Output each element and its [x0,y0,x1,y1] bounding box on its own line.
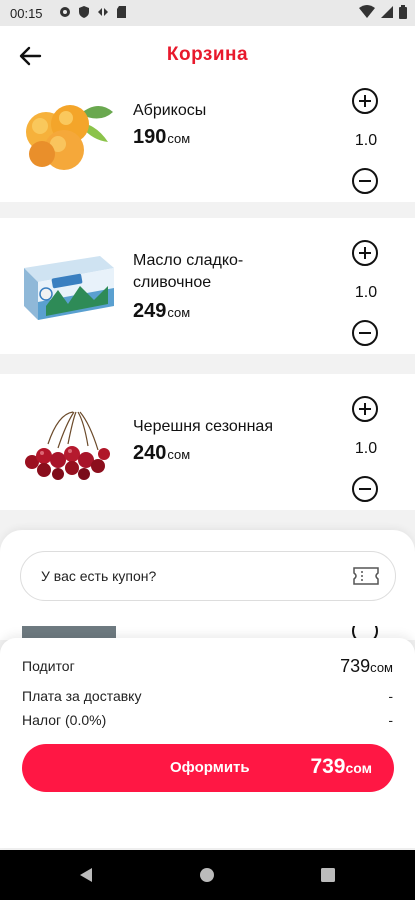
subtotal-row: Подитог 739сом [22,656,393,677]
minus-icon[interactable] [352,476,378,502]
coupon-placeholder: У вас есть купон? [41,568,157,584]
price-currency: сом [167,305,191,320]
status-time: 00:15 [10,6,43,21]
cart-item: Абрикосы 190сом 1.0 [0,86,415,202]
checkout-panel: У вас есть купон? Подитог 739сом Плата з… [0,530,415,848]
product-image [26,105,113,170]
checkout-button[interactable]: Оформить 739сом [22,744,394,792]
back-triangle-icon[interactable] [78,867,94,883]
recents-square-icon[interactable] [320,867,336,883]
status-bar: 00:15 [0,0,415,26]
page-title: Корзина [166,44,249,65]
cart-item: Черешня сезонная 240сом 1.0 [0,374,415,510]
ticket-icon[interactable] [353,565,379,587]
product-price: 190сом [133,126,190,149]
plus-icon[interactable] [352,396,378,422]
delivery-value: - [388,688,393,704]
quantity-stepper: 1.0 [352,88,386,194]
cart-item: Масло сладко-сливочное 249сом 1.0 [0,218,415,354]
product-name: Абрикосы [133,102,207,119]
subtotal-label: Подитог [22,658,75,674]
tax-row: Налог (0.0%) - [22,712,393,728]
checkout-total: 739сом [310,755,372,779]
minus-icon[interactable] [352,168,378,194]
system-nav-bar [0,850,415,900]
product-name: Черешня сезонная [133,418,273,435]
product-image [25,411,110,480]
plus-icon[interactable] [352,240,378,266]
quantity-stepper: 1.0 [352,396,386,502]
checkout-label: Оформить [170,759,250,776]
price-value: 249 [133,300,167,322]
product-price: 240сом [133,442,190,465]
quantity-value: 1.0 [354,284,378,301]
product-name: Масло сладко-сливочное [133,252,244,291]
quantity-value: 1.0 [354,132,378,149]
minus-icon[interactable] [352,320,378,346]
battery-icon [399,5,407,19]
gear-icon [60,7,70,17]
coupon-section: У вас есть купон? [0,530,415,630]
order-summary: Подитог 739сом Плата за доставку - Налог… [0,638,415,848]
home-circle-icon[interactable] [199,867,215,883]
wifi-icon [359,5,375,18]
price-value: 240 [133,442,167,464]
quantity-stepper: 1.0 [352,240,386,346]
price-currency: сом [167,447,191,462]
app-bar: Корзина [0,26,415,86]
checkout-currency: сом [345,760,372,776]
subtotal-currency: сом [370,660,393,675]
quantity-value: 1.0 [354,440,378,457]
delivery-label: Плата за доставку [22,688,142,704]
delivery-row: Плата за доставку - [22,688,393,704]
product-price: 249сом [133,300,190,323]
checkout-amount: 739 [310,755,346,778]
sd-card-icon [117,6,126,18]
product-image [24,256,114,320]
tax-label: Налог (0.0%) [22,712,107,728]
plus-icon[interactable] [352,88,378,114]
coupon-field[interactable]: У вас есть купон? [20,551,396,601]
signal-icon [381,6,393,18]
subtotal-amount: 739 [340,656,371,676]
tax-value: - [388,712,393,728]
price-value: 190 [133,126,167,148]
price-currency: сом [167,131,191,146]
sync-icon [98,8,108,16]
subtotal-value: 739сом [340,656,393,677]
shield-icon [79,6,89,18]
